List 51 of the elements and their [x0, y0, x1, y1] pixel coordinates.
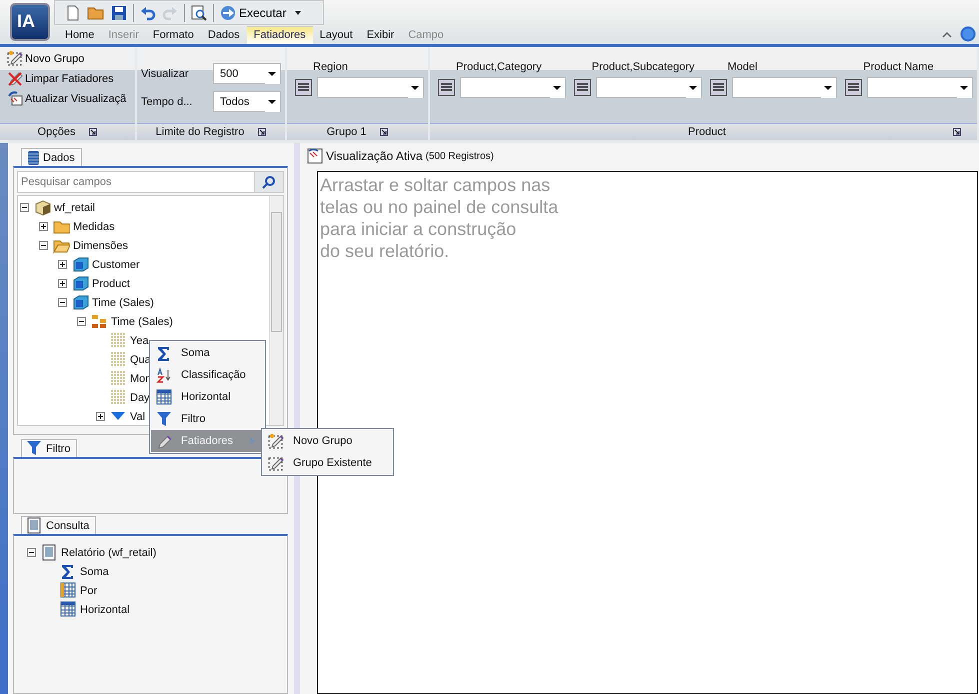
menu-item[interactable]: Classificação	[151, 364, 264, 386]
tree-item[interactable]: Medidas	[72, 220, 115, 232]
slicer-label: Product,Subcategory	[590, 61, 696, 75]
menu-item[interactable]: Soma	[151, 342, 264, 364]
dropdown-field[interactable]: Todos	[213, 91, 281, 112]
tree-item[interactable]: Relatório (wf_retail)	[60, 546, 156, 558]
slicer-label: Model	[726, 61, 758, 75]
menu-item[interactable]: Grupo Existente	[263, 452, 392, 474]
tree-item[interactable]: wf_retail	[53, 202, 95, 214]
group-label: Grupo 1	[326, 126, 366, 138]
menu-tab[interactable]: Layout	[312, 27, 360, 44]
menu-tab[interactable]: Home	[58, 27, 102, 44]
tree-item[interactable]: Day	[129, 392, 150, 404]
ribbon-button[interactable]: Novo Grupo	[7, 50, 84, 67]
app-logo[interactable]: IA	[10, 3, 50, 41]
tree-item[interactable]: Time (Sales)	[91, 296, 154, 308]
ribbon-button[interactable]: Atualizar Visualizaçã	[7, 90, 126, 107]
run-button[interactable]: Executar	[220, 4, 286, 20]
ribbon-button[interactable]: Limpar Fatiadores	[7, 70, 114, 87]
tree-item[interactable]: Val	[129, 410, 146, 422]
tree-item[interactable]: Dimensões	[72, 240, 128, 252]
menu-tab[interactable]: Formato	[146, 27, 201, 44]
tree-item[interactable]: Soma	[79, 566, 109, 578]
menu-item[interactable]: Novo Grupo	[263, 430, 392, 452]
search-field[interactable]: Pesquisar campos	[17, 171, 254, 193]
slicer-label: Product Name	[862, 61, 935, 75]
menu-tab[interactable]: Exibir	[360, 27, 402, 44]
field-label: Visualizar	[141, 68, 188, 80]
tree-item[interactable]: Por	[79, 584, 98, 596]
tree-item[interactable]: Product	[91, 278, 130, 290]
menu-item[interactable]: Horizontal	[151, 386, 264, 408]
tree-item[interactable]: Customer	[91, 258, 140, 270]
panel-tab[interactable]: Filtro	[21, 439, 78, 457]
slicer-label: Region	[312, 61, 349, 75]
panel-tab[interactable]: Consulta	[21, 516, 96, 534]
group-label: Opções	[38, 126, 76, 138]
tree-item[interactable]: Time (Sales)	[110, 316, 173, 328]
tree-item[interactable]: Horizontal	[79, 604, 130, 616]
panel-title: Visualização Ativa	[326, 149, 423, 163]
tree-item[interactable]: Yea	[129, 334, 149, 346]
dropdown-field[interactable]: 500	[213, 63, 281, 84]
group-label: Product	[688, 126, 726, 138]
slicer-label: Product,Category	[455, 61, 543, 75]
menu-tab[interactable]: Fatiadores	[246, 26, 313, 44]
panel-tab[interactable]: Dados	[21, 148, 82, 166]
record-count: (500 Registros)	[426, 150, 494, 162]
menu-tab[interactable]: Dados	[200, 27, 247, 44]
group-label: Limite do Registro	[156, 126, 244, 138]
menu-item[interactable]: Filtro	[151, 408, 264, 430]
canvas-hint: Arrastar e soltar campos nas telas ou no painel de consulta para iniciar a construção do seu relatório.	[320, 174, 558, 262]
field-label: Tempo d...	[141, 96, 192, 108]
